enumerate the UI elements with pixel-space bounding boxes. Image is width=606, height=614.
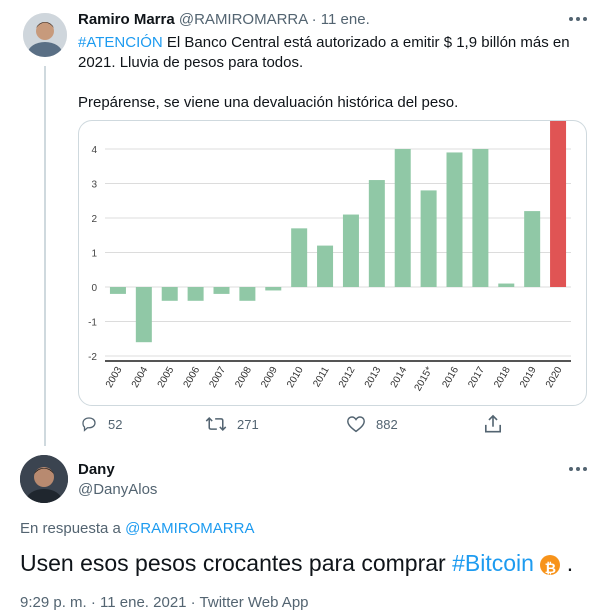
x-tick-label: 2014: [389, 365, 410, 390]
bar-2008: [239, 287, 256, 301]
tweet1-media-chart[interactable]: -2 -1 0 1 2 3 4 2003 2004 2005 2006 2007 2008 2009 201…: [78, 120, 587, 406]
avatar-dany-image: [20, 455, 68, 503]
heart-icon: [347, 416, 365, 433]
tweet2-handle[interactable]: @DanyAlos: [78, 481, 157, 498]
tweet2-more-icon[interactable]: [569, 467, 587, 471]
bitcoin-glyph: ₿: [544, 560, 557, 576]
avatar-dany[interactable]: [20, 455, 68, 503]
bar-2005: [161, 287, 178, 301]
x-tick-label: 2017: [466, 365, 487, 390]
bar-2010: [291, 228, 308, 287]
reply-to-link[interactable]: @RAMIROMARRA: [125, 520, 254, 537]
x-tick-label: 2010: [285, 365, 306, 390]
tweet2-text-main: Usen esos pesos crocantes para comprar: [20, 550, 453, 576]
retweet-count: 271: [237, 416, 259, 432]
tweet2-timestamp[interactable]: 9:29 p. m. · 11 ene. 2021 · Twitter Web …: [20, 594, 309, 611]
bar-2018: [498, 283, 515, 287]
avatar-ramiro-image: [23, 13, 67, 57]
bar-2006: [187, 287, 204, 301]
x-tick-label: 2003: [104, 365, 125, 390]
x-tick-label: 2018: [492, 365, 513, 390]
x-tick-label: 2020: [544, 365, 565, 390]
x-tick-label: 2011: [311, 365, 331, 390]
y-tick-label: 3: [91, 180, 97, 191]
reply-prefix: En respuesta a: [20, 520, 126, 537]
tweet2-text: Usen esos pesos crocantes para comprar #…: [20, 550, 573, 577]
x-tick-label: 2019: [518, 365, 539, 390]
reply-icon: [82, 417, 96, 432]
bar-2003: [109, 287, 126, 294]
x-tick-label: 2015*: [413, 365, 436, 393]
tweet1-author-name[interactable]: Ramiro Marra: [78, 11, 175, 28]
tweet1-hashtag[interactable]: #ATENCIÓN: [78, 34, 163, 51]
y-tick-label: 2: [91, 214, 97, 225]
share-button[interactable]: [484, 414, 502, 439]
x-tick-label: 2008: [233, 365, 254, 390]
bar-2019: [524, 211, 541, 287]
y-tick-label: 0: [91, 283, 97, 294]
y-tick-label: 4: [91, 145, 97, 156]
retweet-button[interactable]: 271: [205, 415, 259, 433]
x-tick-label: 2012: [337, 365, 358, 390]
bar-2016: [446, 152, 463, 287]
thread-line: [44, 66, 46, 446]
tweet1-header: Ramiro Marra @RAMIROMARRA · 11 ene.: [78, 11, 370, 28]
tweet1-line1: #ATENCIÓN El Banco Central está autoriza…: [78, 33, 588, 53]
x-tick-label: 2005: [156, 365, 177, 390]
tweet1-handle[interactable]: @RAMIROMARRA: [179, 11, 308, 28]
tweet1-separator: ·: [311, 11, 317, 28]
tweet1-line2: 2021. Lluvia de pesos para todos.: [78, 54, 304, 71]
tweet1-date[interactable]: 11 ene.: [321, 11, 370, 28]
tweet2-text-end: .: [560, 550, 574, 576]
tweet1-text: #ATENCIÓN El Banco Central está autoriza…: [78, 33, 588, 113]
tweet1-text-line1: El Banco Central está autorizado a emiti…: [162, 34, 570, 51]
reply-button[interactable]: 52: [80, 415, 122, 433]
like-button[interactable]: 882: [346, 415, 398, 433]
bar-2004: [135, 287, 152, 343]
y-tick-label: 1: [91, 249, 97, 260]
reply-count: 52: [108, 416, 123, 432]
bar-2012: [342, 214, 359, 287]
x-tick-label: 2007: [207, 365, 228, 390]
bar-2020: [550, 121, 567, 287]
x-tick-label: 2006: [182, 365, 203, 390]
reply-context: En respuesta a @RAMIROMARRA: [20, 520, 254, 537]
y-tick-label: -1: [88, 318, 97, 329]
like-count: 882: [376, 416, 398, 432]
x-tick-label: 2004: [130, 365, 151, 390]
bar-2009: [265, 287, 282, 291]
tweet2-author-name[interactable]: Dany: [78, 461, 115, 478]
y-tick-label: -2: [88, 352, 97, 363]
x-tick-label: 2009: [259, 365, 280, 390]
avatar-ramiro[interactable]: [23, 13, 67, 57]
tweet1-more-icon[interactable]: [569, 17, 587, 21]
bar-chart: -2-1012342003 2004 2005 2006 2007 2008 2009 201…: [88, 121, 571, 393]
bitcoin-icon: ₿: [540, 555, 561, 576]
bar-2007: [213, 287, 230, 294]
bar-2015*: [420, 190, 437, 287]
x-tick-label: 2013: [363, 365, 384, 390]
share-icon: [484, 414, 502, 433]
tweet2-hashtag-bitcoin[interactable]: #Bitcoin: [452, 550, 534, 576]
x-tick-label: 2016: [440, 365, 461, 390]
bar-2014: [394, 149, 411, 287]
retweet-icon: [205, 416, 227, 432]
bar-2011: [317, 245, 334, 287]
bar-2017: [472, 149, 489, 287]
bar-2013: [368, 180, 385, 287]
tweet1-line3: Prepárense, se viene una devaluación his…: [78, 94, 459, 111]
